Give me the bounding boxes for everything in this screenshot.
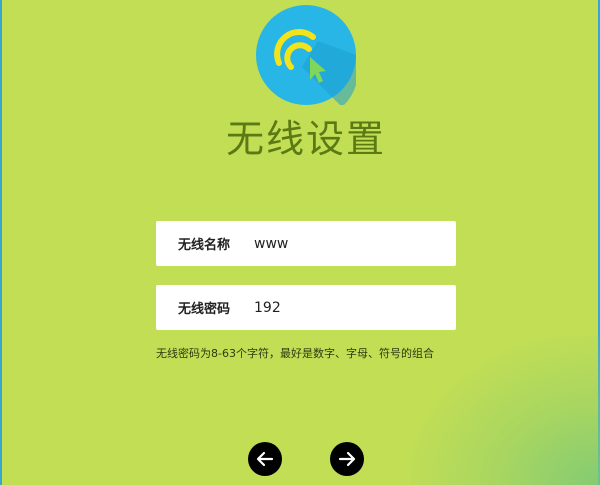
next-button[interactable] bbox=[330, 442, 364, 476]
wifi-setup-logo-icon bbox=[256, 5, 356, 105]
ssid-input[interactable] bbox=[254, 235, 444, 252]
password-hint: 无线密码为8-63个字符，最好是数字、字母、符号的组合 bbox=[156, 347, 434, 360]
page-title: 无线设置 bbox=[225, 117, 386, 161]
arrow-right-icon bbox=[338, 451, 356, 467]
ssid-field[interactable]: 无线名称 bbox=[156, 221, 456, 266]
back-button[interactable] bbox=[248, 442, 282, 476]
password-input[interactable] bbox=[254, 299, 444, 316]
password-label: 无线密码 bbox=[178, 302, 231, 317]
password-field[interactable]: 无线密码 bbox=[156, 285, 456, 330]
corner-glow bbox=[410, 335, 600, 485]
left-edge-line bbox=[0, 0, 2, 485]
arrow-left-icon bbox=[256, 451, 274, 467]
ssid-label: 无线名称 bbox=[178, 238, 231, 253]
